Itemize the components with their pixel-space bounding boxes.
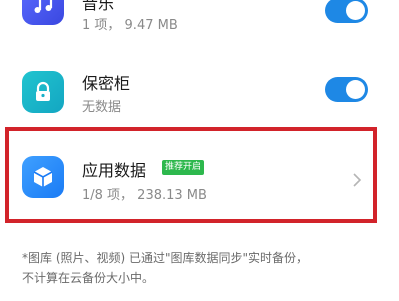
safe-subtitle: 无数据 bbox=[82, 100, 122, 115]
toggle-knob bbox=[346, 80, 365, 99]
chevron-right-icon bbox=[352, 172, 362, 192]
app-data-subtitle: 1/8 项， 238.13 MB bbox=[82, 188, 207, 203]
app-data-title: 应用数据 bbox=[82, 161, 147, 180]
music-subtitle: 1 项， 9.47 MB bbox=[82, 18, 178, 33]
safe-title: 保密柜 bbox=[82, 74, 131, 93]
note-line-2: 不计算在云备份大小中。 bbox=[22, 271, 155, 285]
recommend-badge: 推荐开启 bbox=[162, 160, 205, 175]
toggle-knob bbox=[346, 1, 365, 20]
safe-toggle[interactable] bbox=[325, 77, 368, 102]
backup-note: *图库 (照片、视频) 已通过"图库数据同步"实时备份， 不计算在云备份大小中。 bbox=[22, 248, 382, 288]
lock-icon bbox=[22, 71, 64, 113]
cube-icon bbox=[22, 156, 64, 198]
music-icon bbox=[22, 0, 64, 25]
music-toggle[interactable] bbox=[325, 0, 368, 23]
note-line-1: *图库 (照片、视频) 已通过"图库数据同步"实时备份， bbox=[22, 251, 309, 265]
music-title: 音乐 bbox=[82, 0, 115, 13]
